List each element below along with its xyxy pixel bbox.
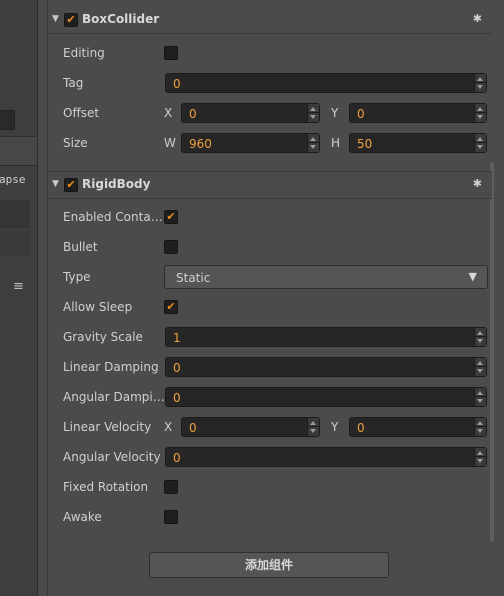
stepper[interactable] — [474, 328, 486, 346]
linear-velocity-x-axis: X — [164, 420, 173, 434]
gear-icon[interactable]: ✱ — [473, 177, 482, 190]
tag-value: 0 — [173, 77, 181, 91]
gear-icon[interactable]: ✱ — [473, 12, 482, 25]
size-h-field[interactable]: 50 — [349, 133, 487, 153]
allow-sleep-label: Allow Sleep — [63, 300, 133, 314]
offset-x-field[interactable]: 0 — [181, 103, 320, 123]
editing-checkbox[interactable] — [164, 46, 178, 60]
size-h-value: 50 — [357, 137, 373, 151]
bullet-checkbox[interactable] — [164, 240, 178, 254]
awake-label: Awake — [63, 510, 102, 524]
gravity-scale-label: Gravity Scale — [63, 330, 143, 344]
gravity-scale-field[interactable]: 1 — [165, 327, 487, 347]
stepper[interactable] — [307, 104, 319, 122]
dropdown-caret-icon: ▼ — [468, 270, 477, 283]
checkmark-icon: ✔ — [166, 300, 176, 313]
linear-velocity-x-value: 0 — [189, 421, 197, 435]
stepper[interactable] — [307, 418, 319, 436]
left-pane-field[interactable] — [0, 110, 15, 130]
stepper[interactable] — [474, 104, 486, 122]
stepper[interactable] — [307, 134, 319, 152]
offset-x-value: 0 — [189, 107, 197, 121]
offset-x-axis: X — [164, 106, 173, 120]
stepper[interactable] — [474, 358, 486, 376]
offset-y-value: 0 — [357, 107, 365, 121]
type-select[interactable]: Static ▼ — [164, 265, 488, 289]
linear-damping-field[interactable]: 0 — [165, 357, 487, 377]
linear-velocity-label: Linear Velocity — [63, 420, 152, 434]
offset-y-field[interactable]: 0 — [349, 103, 487, 123]
collapse-arrow-icon[interactable]: ▼ — [52, 179, 59, 189]
stepper[interactable] — [474, 448, 486, 466]
linear-damping-label: Linear Damping — [63, 360, 159, 374]
angular-velocity-field[interactable]: 0 — [165, 447, 487, 467]
stepper[interactable] — [474, 418, 486, 436]
enabled-contact-checkbox[interactable]: ✔ — [164, 210, 178, 224]
hamburger-icon[interactable]: ≡ — [12, 280, 25, 293]
inspector-scrollbar[interactable] — [490, 162, 494, 542]
gravity-scale-value: 1 — [173, 331, 181, 345]
component-title: BoxCollider — [82, 12, 160, 26]
size-w-value: 960 — [189, 137, 212, 151]
bullet-label: Bullet — [63, 240, 98, 254]
angular-velocity-label: Angular Velocity — [63, 450, 161, 464]
tag-label: Tag — [63, 76, 84, 90]
size-w-field[interactable]: 960 — [181, 133, 320, 153]
checkmark-icon: ✔ — [66, 178, 76, 191]
offset-label: Offset — [63, 106, 100, 120]
enabled-contact-label: Enabled Conta… — [63, 210, 163, 224]
add-component-button[interactable]: 添加组件 — [149, 552, 389, 578]
left-pane: ≡ apse — [0, 0, 38, 596]
list-item[interactable] — [0, 200, 30, 228]
stepper[interactable] — [474, 74, 486, 92]
collapse-button[interactable]: apse — [0, 173, 26, 186]
collapse-arrow-icon[interactable]: ▼ — [52, 14, 59, 24]
angular-velocity-value: 0 — [173, 451, 181, 465]
stepper[interactable] — [474, 388, 486, 406]
linear-velocity-y-field[interactable]: 0 — [349, 417, 487, 437]
offset-y-axis: Y — [331, 106, 339, 120]
type-select-value: Static — [176, 271, 211, 285]
boxcollider-enabled-checkbox[interactable]: ✔ — [64, 13, 78, 27]
rigidbody-header[interactable]: ▼ ✔ RigidBody ✱ — [48, 171, 492, 199]
list-item[interactable] — [0, 230, 30, 256]
left-pane-header: ≡ — [0, 137, 37, 293]
allow-sleep-checkbox[interactable]: ✔ — [164, 300, 178, 314]
awake-checkbox[interactable] — [164, 510, 178, 524]
tag-field[interactable]: 0 — [165, 73, 487, 93]
angular-damping-label: Angular Dampi… — [63, 390, 165, 404]
size-label: Size — [63, 136, 88, 150]
checkmark-icon: ✔ — [66, 13, 76, 26]
component-title: RigidBody — [82, 177, 151, 191]
type-label: Type — [63, 270, 91, 284]
angular-damping-value: 0 — [173, 391, 181, 405]
fixed-rotation-checkbox[interactable] — [164, 480, 178, 494]
rigidbody-enabled-checkbox[interactable]: ✔ — [64, 178, 78, 192]
editing-label: Editing — [63, 46, 105, 60]
linear-velocity-y-value: 0 — [357, 421, 365, 435]
angular-damping-field[interactable]: 0 — [165, 387, 487, 407]
boxcollider-header[interactable]: ▼ ✔ BoxCollider ✱ — [48, 7, 492, 34]
linear-velocity-y-axis: Y — [331, 420, 339, 434]
size-h-axis: H — [331, 136, 341, 150]
size-w-axis: W — [164, 136, 176, 150]
fixed-rotation-label: Fixed Rotation — [63, 480, 149, 494]
linear-damping-value: 0 — [173, 361, 181, 375]
linear-velocity-x-field[interactable]: 0 — [181, 417, 320, 437]
stepper[interactable] — [474, 134, 486, 152]
checkmark-icon: ✔ — [166, 210, 176, 223]
